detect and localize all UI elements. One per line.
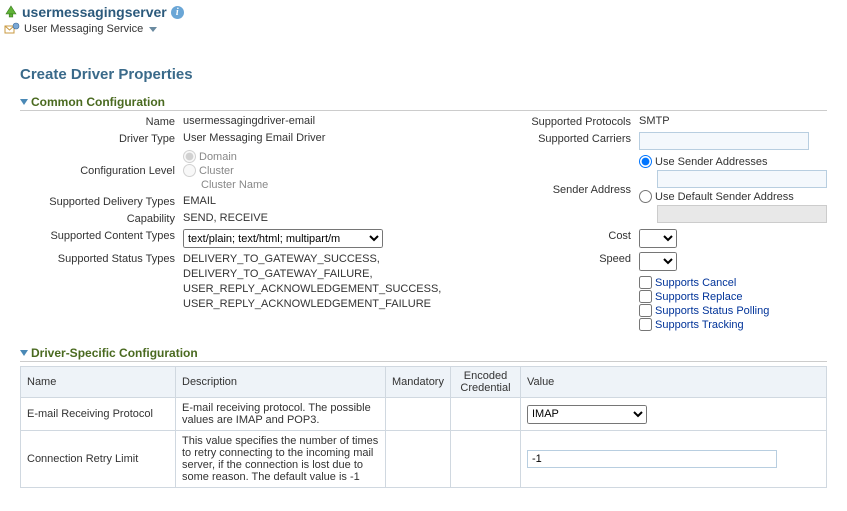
supported-delivery-label: Supported Delivery Types — [20, 195, 175, 208]
col-encoded: Encoded Credential — [450, 367, 520, 398]
cost-label: Cost — [501, 229, 631, 242]
row-name: Connection Retry Limit — [21, 431, 176, 488]
row-value: IMAP — [520, 398, 826, 431]
supports-tracking-label: Supports Tracking — [655, 319, 744, 331]
name-value: usermessagingdriver-email — [183, 115, 441, 127]
table-row: Connection Retry Limit This value specif… — [21, 431, 827, 488]
supports-cancel-label: Supports Cancel — [655, 277, 736, 289]
driver-type-label: Driver Type — [20, 132, 175, 145]
config-level-cluster-radio[interactable] — [183, 164, 196, 177]
col-value: Value — [520, 367, 826, 398]
use-sender-addresses-radio[interactable] — [639, 155, 652, 168]
default-sender-input — [657, 205, 827, 223]
supported-status-label: Supported Status Types — [20, 252, 175, 265]
supports-status-polling-checkbox[interactable] — [639, 304, 652, 317]
supported-content-select[interactable]: text/plain; text/html; multipart/m — [183, 229, 383, 248]
capability-label: Capability — [20, 212, 175, 225]
supported-status-value: DELIVERY_TO_GATEWAY_SUCCESS, DELIVERY_TO… — [183, 252, 441, 311]
supports-replace-checkbox[interactable] — [639, 290, 652, 303]
supports-tracking-checkbox[interactable] — [639, 318, 652, 331]
section-common-title: Common Configuration — [31, 95, 165, 109]
row-desc: This value specifies the number of times… — [176, 431, 386, 488]
info-icon[interactable]: i — [171, 6, 184, 19]
config-level-label: Configuration Level — [20, 164, 175, 177]
disclosure-icon[interactable] — [20, 99, 28, 105]
capability-value: SEND, RECEIVE — [183, 212, 441, 224]
row-name: E-mail Receiving Protocol — [21, 398, 176, 431]
col-mandatory: Mandatory — [386, 367, 451, 398]
server-up-icon — [4, 5, 18, 19]
messaging-service-icon — [4, 22, 20, 36]
chevron-down-icon[interactable] — [149, 27, 157, 32]
supported-protocols-label: Supported Protocols — [501, 115, 631, 128]
row-mandatory — [386, 398, 451, 431]
cluster-name-label: Cluster Name — [201, 179, 268, 191]
row-encoded — [450, 431, 520, 488]
connection-retry-input[interactable] — [527, 450, 777, 468]
page-title: Create Driver Properties — [20, 66, 827, 85]
cost-select[interactable] — [639, 229, 677, 248]
supported-protocols-value: SMTP — [639, 115, 827, 127]
config-level-domain-label: Domain — [199, 151, 237, 163]
col-description: Description — [176, 367, 386, 398]
supported-delivery-value: EMAIL — [183, 195, 441, 207]
supports-cancel-checkbox[interactable] — [639, 276, 652, 289]
supported-content-label: Supported Content Types — [20, 229, 175, 242]
driver-config-table: Name Description Mandatory Encoded Crede… — [20, 366, 827, 488]
row-value — [520, 431, 826, 488]
config-level-cluster-label: Cluster — [199, 165, 234, 177]
config-level-domain-radio[interactable] — [183, 150, 196, 163]
row-encoded — [450, 398, 520, 431]
email-protocol-select[interactable]: IMAP — [527, 405, 647, 424]
supported-carriers-input[interactable] — [639, 132, 809, 150]
service-menu-label[interactable]: User Messaging Service — [24, 23, 143, 35]
name-label: Name — [20, 115, 175, 128]
disclosure-icon[interactable] — [20, 350, 28, 356]
speed-label: Speed — [501, 252, 631, 265]
sender-addresses-input[interactable] — [657, 170, 827, 188]
sender-address-label: Sender Address — [501, 183, 631, 196]
use-default-sender-label: Use Default Sender Address — [655, 191, 794, 203]
section-driver-title: Driver-Specific Configuration — [31, 346, 198, 360]
driver-type-value: User Messaging Email Driver — [183, 132, 441, 144]
speed-select[interactable] — [639, 252, 677, 271]
col-name: Name — [21, 367, 176, 398]
row-desc: E-mail receiving protocol. The possible … — [176, 398, 386, 431]
use-default-sender-radio[interactable] — [639, 190, 652, 203]
server-name: usermessagingserver — [22, 4, 167, 20]
supports-replace-label: Supports Replace — [655, 291, 742, 303]
supported-carriers-label: Supported Carriers — [501, 132, 631, 145]
row-mandatory — [386, 431, 451, 488]
supports-status-polling-label: Supports Status Polling — [655, 305, 769, 317]
table-row: E-mail Receiving Protocol E-mail receivi… — [21, 398, 827, 431]
use-sender-addresses-label: Use Sender Addresses — [655, 156, 768, 168]
